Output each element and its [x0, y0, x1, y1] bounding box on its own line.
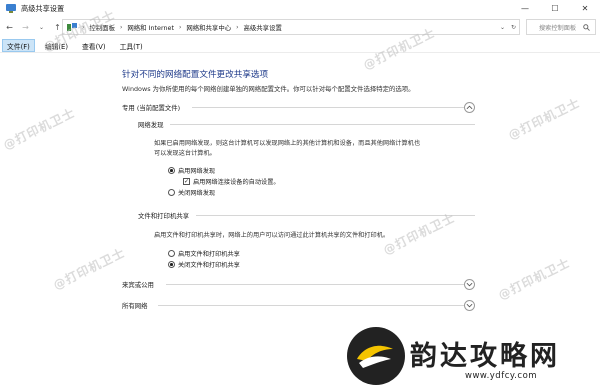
site-url: www.ydfcy.com [465, 371, 538, 381]
menu-tools[interactable]: 工具(T) [116, 39, 147, 52]
menu-view[interactable]: 查看(V) [78, 39, 110, 52]
breadcrumb-item-network-sharing-center[interactable]: 网络和共享中心 [186, 23, 231, 32]
back-arrow-icon[interactable]: ← [3, 21, 16, 34]
window-title: 高级共享设置 [21, 3, 65, 13]
all-networks-header[interactable]: 所有网络 [122, 301, 148, 310]
forward-arrow-icon[interactable]: → [19, 21, 32, 34]
collapse-chevron-up-icon[interactable] [464, 102, 475, 113]
network-discovery-description: 如果已启用网络发现，则这台计算机可以发现网络上的其他计算机和设备，而且其他网络计… [154, 140, 421, 157]
menu-bar: 文件(F) 编辑(E) 查看(V) 工具(T) [0, 39, 600, 53]
radio-button-checked[interactable] [168, 167, 175, 174]
site-logo-overlay: 韵达攻略网 www.ydfcy.com [347, 327, 600, 385]
guest-public-label: 来宾或公用 [122, 281, 154, 289]
control-panel-icon [6, 4, 16, 13]
all-networks-label: 所有网络 [122, 302, 148, 310]
close-button[interactable]: ✕ [570, 0, 600, 17]
section-divider [166, 284, 464, 285]
private-profile-label: 专用 (当前配置文件) [122, 104, 181, 112]
breadcrumb-item-advanced-sharing[interactable]: 高级共享设置 [244, 23, 282, 32]
breadcrumb[interactable]: › 控制面板 › 网络和 Internet › 网络和共享中心 › 高级共享设置… [62, 19, 520, 35]
auto-setup-checkbox[interactable]: ✓ [183, 178, 190, 185]
network-discovery-heading: 网络发现 [138, 121, 164, 129]
section-divider [158, 305, 464, 306]
subsection-divider [170, 124, 475, 125]
minimize-button[interactable]: — [510, 0, 540, 17]
turn-off-file-sharing-radio[interactable]: 关闭文件和打印机共享 [168, 260, 240, 269]
private-profile-header[interactable]: 专用 (当前配置文件) [122, 103, 180, 112]
page-title: 针对不同的网络配置文件更改共享选项 [122, 70, 269, 80]
turn-off-network-discovery-radio[interactable]: 关闭网络发现 [168, 188, 215, 197]
file-printer-sharing-heading: 文件和打印机共享 [138, 212, 190, 220]
breadcrumb-item-network-internet[interactable]: 网络和 Internet [127, 23, 174, 32]
window-controls: — ☐ ✕ [510, 0, 600, 17]
expand-chevron-down-icon[interactable] [464, 300, 475, 311]
guest-public-profile-header[interactable]: 来宾或公用 [122, 280, 154, 289]
auto-setup-checkbox-row[interactable]: ✓ 启用网络连接设备的自动设置。 [183, 177, 280, 186]
turn-on-network-discovery-radio[interactable]: 启用网络发现 [168, 166, 215, 175]
recent-pages-chevron-icon[interactable]: ⌄ [35, 21, 48, 34]
expand-chevron-down-icon[interactable] [464, 279, 475, 290]
maximize-button[interactable]: ☐ [540, 0, 570, 17]
search-input[interactable]: 搜索控制面板 [526, 19, 596, 35]
site-name: 韵达攻略网 [410, 341, 560, 372]
page-description: Windows 为你所使用的每个网络创建单独的网络配置文件。你可以针对每个配置文… [122, 85, 415, 93]
search-icon [583, 24, 590, 31]
refresh-icon[interactable]: ↻ [511, 24, 516, 31]
site-logo-badge-icon [347, 327, 405, 385]
radio-button-checked[interactable] [168, 261, 175, 268]
search-placeholder: 搜索控制面板 [539, 24, 577, 32]
turn-on-file-sharing-radio[interactable]: 启用文件和打印机共享 [168, 249, 240, 258]
section-divider [192, 107, 464, 108]
radio-button-unchecked[interactable] [168, 250, 175, 257]
radio-button-unchecked[interactable] [168, 189, 175, 196]
file-sharing-description: 启用文件和打印机共享时，网络上的用户可以访问通过此计算机共享的文件和打印机。 [154, 232, 390, 239]
address-dropdown-icon[interactable]: ⌄ [500, 24, 505, 31]
menu-file[interactable]: 文件(F) [2, 39, 35, 52]
